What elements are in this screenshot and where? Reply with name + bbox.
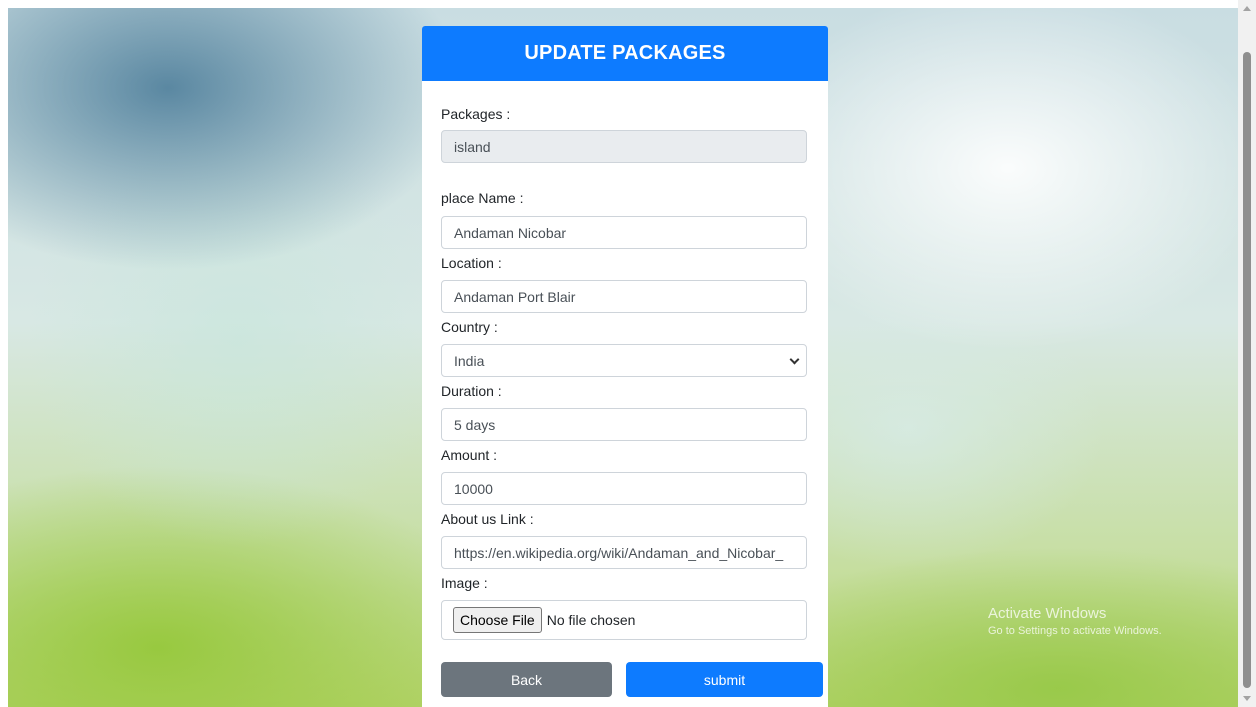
country-select[interactable]: India (441, 344, 807, 377)
duration-label: Duration : (441, 383, 502, 399)
scrollbar-thumb[interactable] (1243, 52, 1251, 688)
submit-button[interactable]: submit (626, 662, 823, 697)
place-name-label: place Name : (441, 190, 524, 206)
choose-file-button[interactable]: Choose File (453, 607, 542, 633)
location-input[interactable]: Andaman Port Blair (441, 280, 807, 313)
activate-windows-watermark: Activate Windows Go to Settings to activ… (988, 605, 1162, 637)
chevron-down-icon (789, 354, 800, 365)
place-name-input[interactable]: Andaman Nicobar (441, 216, 807, 249)
page-title: UPDATE PACKAGES (524, 42, 726, 64)
packages-label: Packages : (441, 106, 511, 122)
amount-label: Amount : (441, 447, 498, 463)
location-label: Location : (441, 255, 502, 271)
scroll-up-arrow-icon[interactable] (1243, 6, 1251, 11)
watermark-subtitle: Go to Settings to activate Windows. (988, 625, 1162, 637)
file-status-text: No file chosen (546, 612, 636, 628)
duration-input[interactable]: 5 days (441, 408, 807, 441)
back-button[interactable]: Back (441, 662, 612, 697)
image-label: Image : (441, 575, 488, 591)
about-link-input[interactable]: https://en.wikipedia.org/wiki/Andaman_an… (441, 536, 807, 569)
vertical-scrollbar[interactable] (1238, 0, 1256, 707)
amount-input[interactable]: 10000 (441, 472, 807, 505)
watermark-title: Activate Windows (988, 605, 1107, 622)
card-header: UPDATE PACKAGES (422, 26, 828, 81)
image-file-input: Choose File No file chosen (441, 600, 807, 640)
packages-field: island (441, 130, 807, 163)
update-packages-card: UPDATE PACKAGES Packages : island place … (422, 26, 828, 707)
country-select-value: India (454, 352, 485, 369)
country-label: Country : (441, 319, 498, 335)
scroll-down-arrow-icon[interactable] (1243, 696, 1251, 701)
about-link-label: About us Link : (441, 511, 534, 527)
